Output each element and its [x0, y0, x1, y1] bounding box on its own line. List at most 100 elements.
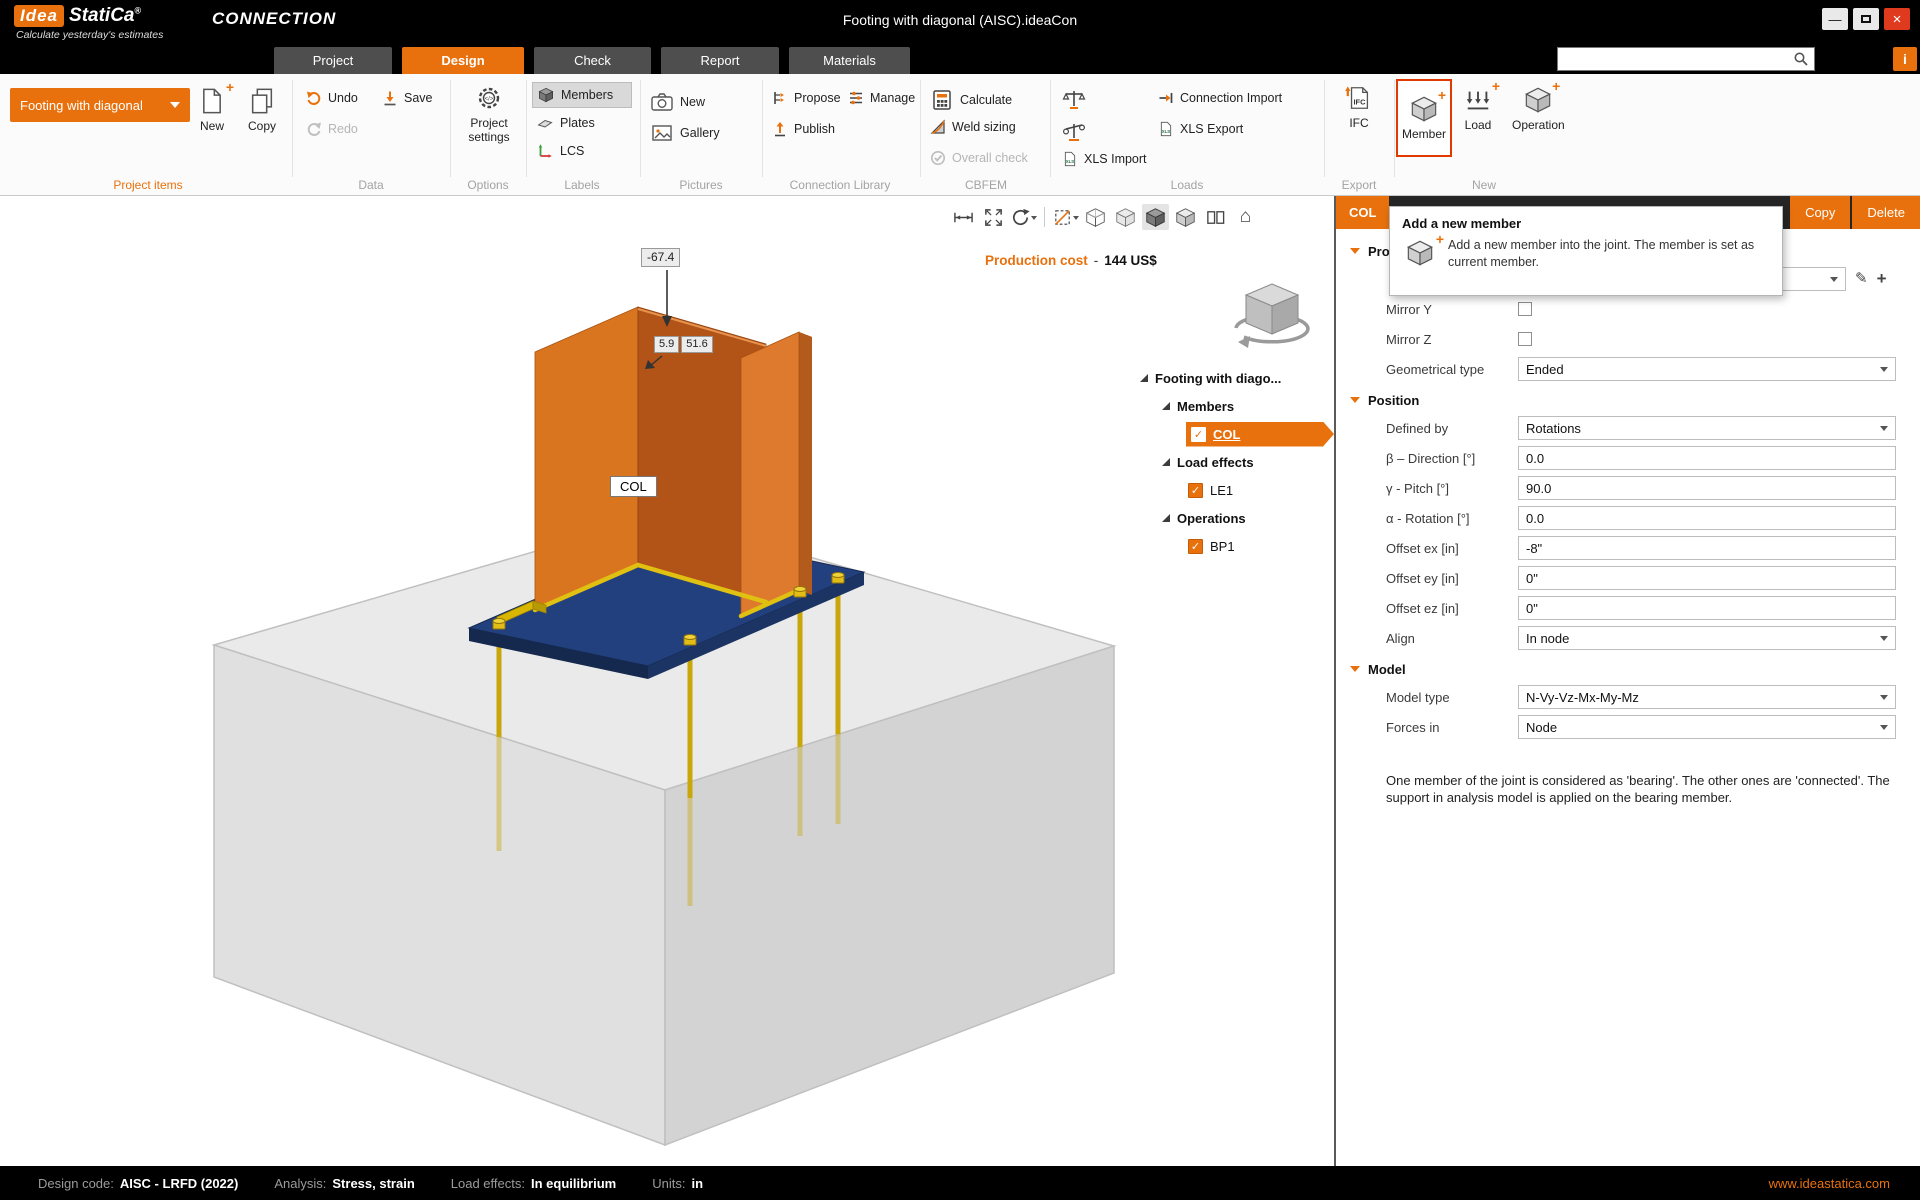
- add-cross-section-icon[interactable]: +: [1877, 271, 1887, 287]
- project-settings-button[interactable]: </> Project settings: [458, 84, 520, 144]
- minimize-button[interactable]: —: [1822, 8, 1848, 30]
- section-position[interactable]: Position: [1336, 384, 1920, 413]
- tab-report[interactable]: Report: [661, 47, 779, 74]
- measure-button[interactable]: [950, 204, 977, 230]
- bp1-checkbox[interactable]: ✓: [1188, 539, 1203, 554]
- home-icon: ⌂: [1240, 207, 1251, 227]
- tab-bar: Project Design Check Report Materials i: [0, 44, 1920, 74]
- le1-checkbox[interactable]: ✓: [1188, 483, 1203, 498]
- search-input[interactable]: [1558, 49, 1793, 69]
- expander-triangle-icon[interactable]: [1162, 402, 1170, 410]
- loads-in-equilibrium-toggle[interactable]: [1062, 120, 1086, 144]
- mirror-z-checkbox[interactable]: [1518, 332, 1532, 346]
- redo-button[interactable]: Redo: [306, 121, 358, 137]
- rotate-view-button[interactable]: [1010, 204, 1037, 230]
- align-select[interactable]: In node: [1518, 626, 1896, 650]
- save-button[interactable]: Save: [382, 90, 433, 106]
- shaded-view-button[interactable]: [1142, 204, 1169, 230]
- section-model[interactable]: Model: [1336, 653, 1920, 682]
- tab-materials[interactable]: Materials: [789, 47, 910, 74]
- tab-project[interactable]: Project: [274, 47, 392, 74]
- measure-icon: [953, 207, 974, 228]
- tab-check[interactable]: Check: [534, 47, 651, 74]
- xls-export-button[interactable]: XLS Export: [1158, 121, 1243, 137]
- website-link[interactable]: www.ideastatica.com: [1769, 1176, 1890, 1191]
- transparent-view-button[interactable]: [1172, 204, 1199, 230]
- defined-by-row: Defined by Rotations: [1336, 413, 1920, 443]
- copy-member-button[interactable]: Copy: [1790, 196, 1850, 229]
- beta-direction-input[interactable]: [1518, 446, 1896, 470]
- new-picture-button[interactable]: New: [650, 90, 705, 114]
- col-checkbox[interactable]: ✓: [1191, 427, 1206, 442]
- chevron-down-icon: [1350, 666, 1360, 677]
- maximize-button[interactable]: [1853, 8, 1879, 30]
- home-view-button[interactable]: ⌂: [1232, 204, 1259, 230]
- wireframe-view-button[interactable]: [1082, 204, 1109, 230]
- close-button[interactable]: ×: [1884, 8, 1910, 30]
- hidden-line-view-button[interactable]: [1112, 204, 1139, 230]
- chevron-down-icon: [1880, 426, 1888, 435]
- publish-button[interactable]: Publish: [772, 121, 835, 137]
- info-button[interactable]: i: [1893, 47, 1917, 71]
- ifc-export-button[interactable]: IFC IFC: [1332, 84, 1386, 130]
- calculate-button[interactable]: Calculate: [930, 88, 1012, 112]
- manage-button[interactable]: Manage: [848, 90, 915, 106]
- forces-in-select[interactable]: Node: [1518, 715, 1896, 739]
- save-icon: [382, 90, 398, 106]
- add-operation-button[interactable]: + Operation: [1512, 86, 1565, 132]
- equilibrium-toggle[interactable]: [1062, 88, 1086, 112]
- add-load-button[interactable]: + Load: [1464, 86, 1492, 132]
- gallery-button[interactable]: Gallery: [650, 121, 720, 145]
- view-navigation-cube[interactable]: [1222, 276, 1322, 359]
- tab-design[interactable]: Design: [402, 47, 524, 74]
- expander-triangle-icon[interactable]: [1140, 374, 1148, 382]
- delete-member-button[interactable]: Delete: [1852, 196, 1920, 229]
- alpha-rotation-input[interactable]: [1518, 506, 1896, 530]
- column-member[interactable]: [535, 307, 812, 616]
- svg-text:</>: </>: [485, 97, 494, 103]
- maximize-icon: [1861, 15, 1871, 23]
- labels-plates-toggle[interactable]: Plates: [532, 110, 632, 136]
- model-type-row: Model type N-Vy-Vz-Mx-My-Mz: [1336, 682, 1920, 712]
- tree-operations-header[interactable]: Operations: [1140, 504, 1334, 532]
- overall-check-button[interactable]: Overall check: [930, 150, 1028, 166]
- offset-ex-input[interactable]: [1518, 536, 1896, 560]
- labels-lcs-toggle[interactable]: LCS: [532, 138, 632, 164]
- transparent-view-icon: [1175, 207, 1196, 228]
- tree-root[interactable]: Footing with diago...: [1140, 364, 1334, 392]
- new-project-item-button[interactable]: + New: [198, 87, 226, 133]
- tree-item-bp1[interactable]: ✓ BP1: [1140, 532, 1334, 560]
- copy-project-item-button[interactable]: Copy: [248, 87, 276, 133]
- labels-members-toggle[interactable]: Members: [532, 82, 632, 108]
- zoom-fit-button[interactable]: [980, 204, 1007, 230]
- project-item-selector[interactable]: Footing with diagonal: [10, 88, 190, 122]
- tree-members-header[interactable]: Members: [1140, 392, 1334, 420]
- section-plane-button[interactable]: [1052, 204, 1079, 230]
- edit-pencil-icon[interactable]: ✎: [1855, 271, 1868, 287]
- gamma-pitch-input[interactable]: [1518, 476, 1896, 500]
- expander-triangle-icon[interactable]: [1162, 458, 1170, 466]
- split-view-button[interactable]: [1202, 204, 1229, 230]
- offset-ey-input[interactable]: [1518, 566, 1896, 590]
- load-effects-status: Load effects:In equilibrium: [451, 1176, 616, 1191]
- xls-import-button[interactable]: XLS Import: [1062, 151, 1147, 167]
- add-member-button[interactable]: + Member: [1396, 79, 1452, 157]
- model-type-select[interactable]: N-Vy-Vz-Mx-My-Mz: [1518, 685, 1896, 709]
- tree-load-effects-header[interactable]: Load effects: [1140, 448, 1334, 476]
- tree-item-col[interactable]: ✓ COL: [1140, 420, 1334, 448]
- properties-panel: COL Copy Delete Properties ✎ + Mirror Y: [1334, 196, 1920, 1166]
- defined-by-select[interactable]: Rotations: [1518, 416, 1896, 440]
- undo-button[interactable]: Undo: [306, 90, 358, 106]
- geometrical-type-select[interactable]: Ended: [1518, 357, 1896, 381]
- expander-triangle-icon[interactable]: [1162, 514, 1170, 522]
- connection-import-button[interactable]: Connection Import: [1158, 90, 1282, 106]
- propose-button[interactable]: Propose: [772, 90, 841, 106]
- units-status: Units:in: [652, 1176, 703, 1191]
- mirror-y-checkbox[interactable]: [1518, 302, 1532, 316]
- import-arrow-icon: [1158, 90, 1174, 106]
- tree-item-le1[interactable]: ✓ LE1: [1140, 476, 1334, 504]
- search-box[interactable]: [1557, 47, 1815, 71]
- offset-ez-input[interactable]: [1518, 596, 1896, 620]
- 3d-viewport[interactable]: ⌂ Production cost-144 US$ -67.4 5.9 51.6…: [0, 196, 1334, 1166]
- weld-sizing-button[interactable]: Weld sizing: [930, 119, 1016, 135]
